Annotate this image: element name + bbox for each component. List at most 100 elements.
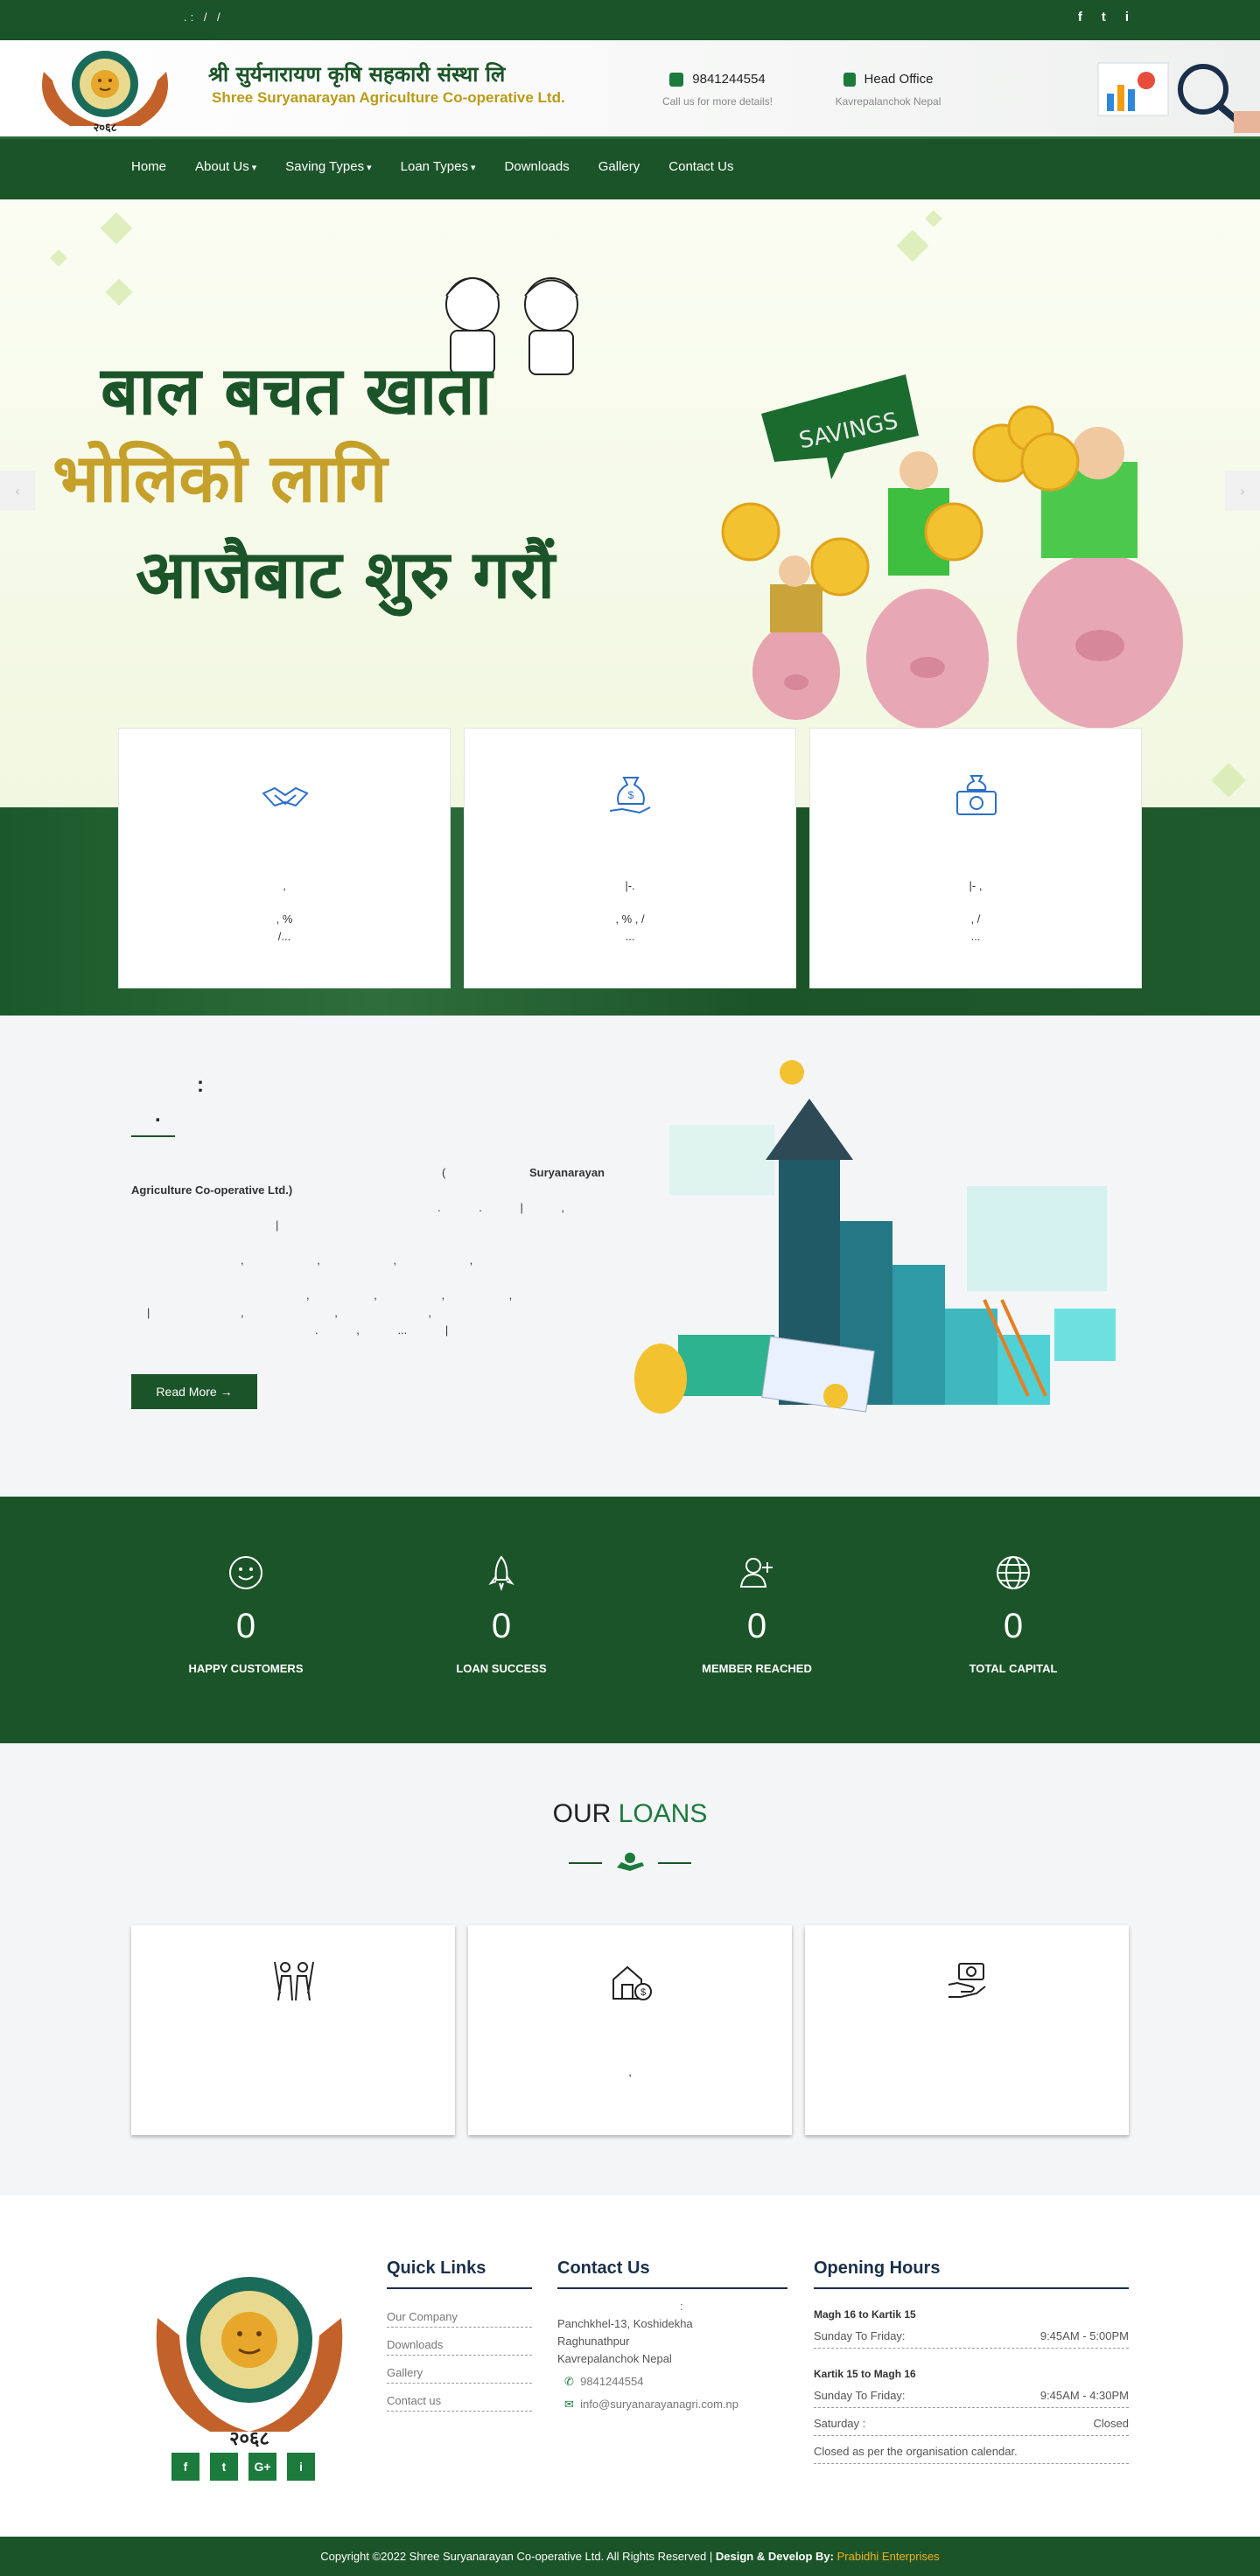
rocket-icon bbox=[488, 1555, 514, 1592]
nav-contact-us[interactable]: Contact Us bbox=[668, 159, 733, 174]
mail-icon: ✉ bbox=[564, 2398, 574, 2411]
hours-period: Kartik 15 to Magh 16 bbox=[814, 2368, 916, 2380]
handshake-icon bbox=[262, 786, 309, 807]
hero-art: बाल बचत खाता भोलिको लागि आजैबाट शुरु गरौ… bbox=[0, 199, 1260, 807]
site-header: २०६८ श्री सुर्यनारायण कृषि सहकारी संस्था… bbox=[0, 40, 1260, 136]
about-text: Agriculture Co-operative Ltd.) bbox=[131, 1183, 293, 1197]
hours-row: Saturday : Closed bbox=[814, 2408, 1129, 2436]
user-plus-icon bbox=[739, 1558, 773, 1588]
nav-downloads[interactable]: Downloads bbox=[505, 159, 570, 174]
footer-logo-year: २०६८ bbox=[229, 2428, 270, 2449]
footer-logo[interactable]: २०६८ bbox=[140, 2265, 359, 2449]
money-stack-icon bbox=[956, 775, 997, 815]
svg-text:$: $ bbox=[628, 789, 634, 801]
stat-total-capital: 0 TOTAL CAPITAL bbox=[908, 1553, 1118, 1675]
top-info: .: / / bbox=[184, 10, 224, 24]
hours-row: Sunday To Friday: 9:45AM - 4:30PM bbox=[814, 2380, 1129, 2408]
header-office: Head Office Kavrepalanchok Nepal bbox=[822, 72, 954, 108]
smile-icon bbox=[229, 1556, 262, 1589]
loan-card[interactable]: $ , bbox=[468, 1925, 792, 2135]
stat-value: 0 bbox=[746, 1607, 767, 1645]
hours-note: Closed as per the organisation calendar. bbox=[814, 2436, 1129, 2464]
slider-next-button[interactable]: › bbox=[1225, 471, 1260, 511]
stats-section: 0 HAPPY CUSTOMERS 0 LOAN SUCCESS 0 MEMBE… bbox=[0, 1497, 1260, 1743]
header-office-sub: Kavrepalanchok Nepal bbox=[835, 95, 942, 108]
nav-saving-types[interactable]: Saving Types bbox=[285, 159, 371, 174]
contact-email[interactable]: ✉ info@suryanarayanagri.com.np bbox=[557, 2396, 788, 2413]
footer-opening-hours: Opening Hours Magh 16 to Kartik 15 Sunda… bbox=[814, 2258, 1129, 2464]
stat-label: MEMBER REACHED bbox=[702, 1662, 812, 1675]
feature-card-line: ... bbox=[970, 930, 981, 943]
header-phone-sub: Call us for more details! bbox=[662, 95, 774, 108]
logo-year: २०६८ bbox=[93, 122, 116, 133]
facebook-icon[interactable]: f bbox=[172, 2453, 200, 2481]
main-nav: Home About Us Saving Types Loan Types Do… bbox=[0, 136, 1260, 199]
header-phone: 9841244554 Call us for more details! bbox=[652, 72, 783, 108]
feature-card-line: , / bbox=[970, 912, 981, 925]
instagram-icon[interactable]: i bbox=[287, 2453, 315, 2481]
brand-name-english: Shree Suryanarayan Agriculture Co-operat… bbox=[212, 89, 565, 106]
quick-link[interactable]: Gallery bbox=[387, 2356, 532, 2384]
feature-card-line: |- , bbox=[969, 879, 983, 892]
money-bag-hand-icon: $ bbox=[609, 777, 651, 814]
instagram-icon[interactable]: i bbox=[1125, 10, 1129, 24]
quick-link[interactable]: Our Company bbox=[387, 2300, 532, 2328]
contact-colon: : bbox=[680, 2300, 683, 2313]
header-phone-number[interactable]: 9841244554 bbox=[692, 72, 765, 87]
nav-loan-types[interactable]: Loan Types bbox=[401, 159, 476, 174]
loan-card-text: , bbox=[628, 2065, 632, 2078]
site-logo[interactable]: २०६८ bbox=[26, 45, 184, 133]
phone-icon: ✆ bbox=[564, 2375, 574, 2388]
google-plus-icon[interactable]: G+ bbox=[248, 2453, 276, 2481]
hand-money-icon bbox=[948, 1963, 986, 1998]
stat-value: 0 bbox=[235, 1607, 256, 1645]
developer-link[interactable]: Prabidhi Enterprises bbox=[837, 2550, 940, 2563]
about-heading: : bbox=[197, 1073, 204, 1097]
hours-row: Sunday To Friday: 9:45AM - 5:00PM bbox=[814, 2321, 1129, 2349]
stat-value: 0 bbox=[491, 1607, 512, 1645]
about-text: Suryanarayan bbox=[529, 1166, 605, 1179]
copyright-text: Copyright ©2022 Shree Suryanarayan Co-op… bbox=[320, 2550, 713, 2563]
feature-card-line: /... bbox=[277, 930, 291, 943]
quick-link[interactable]: Downloads bbox=[387, 2328, 532, 2356]
nav-about-us[interactable]: About Us bbox=[195, 159, 256, 174]
hours-period: Magh 16 to Kartik 15 bbox=[814, 2308, 916, 2321]
stat-label: HAPPY CUSTOMERS bbox=[188, 1662, 304, 1675]
feature-card[interactable]: $ |-. , % , / ... bbox=[464, 728, 796, 988]
svg-text:$: $ bbox=[640, 1987, 646, 1998]
feature-card[interactable]: , , % /... bbox=[118, 728, 451, 988]
contact-address-line: Raghunathpur bbox=[557, 2335, 630, 2348]
hours-title: Opening Hours bbox=[814, 2258, 1129, 2289]
footer-quick-links: Quick Links Our Company Downloads Galler… bbox=[387, 2258, 532, 2412]
about-text: , , , , bbox=[306, 1288, 513, 1302]
feature-card-line: , % , / bbox=[615, 912, 645, 925]
loans-heading: OUR LOANS bbox=[552, 1799, 708, 1828]
stat-loan-success: 0 LOAN SUCCESS bbox=[396, 1553, 606, 1675]
contact-phone[interactable]: ✆ 9841244554 bbox=[557, 2373, 788, 2391]
loans-divider bbox=[569, 1853, 691, 1871]
slider-prev-button[interactable]: ‹ bbox=[0, 471, 35, 511]
loan-card[interactable] bbox=[131, 1925, 455, 2135]
contact-address-line: Kavrepalanchok Nepal bbox=[557, 2352, 672, 2365]
footer-social: f t G+ i bbox=[172, 2453, 315, 2481]
feature-card[interactable]: |- , , / ... bbox=[809, 728, 1142, 988]
top-social: f t i bbox=[1078, 10, 1129, 24]
read-more-button[interactable]: Read More → bbox=[131, 1374, 257, 1409]
about-text: ( bbox=[442, 1166, 446, 1179]
twitter-icon[interactable]: t bbox=[1102, 10, 1106, 24]
building-icon bbox=[843, 72, 856, 87]
nav-home[interactable]: Home bbox=[131, 159, 166, 174]
twitter-icon[interactable]: t bbox=[210, 2453, 238, 2481]
contact-title: Contact Us bbox=[557, 2258, 788, 2289]
farmers-icon bbox=[274, 1961, 314, 2001]
footer-contact: Contact Us : Panchkhel-13, Koshidekha Ra… bbox=[557, 2258, 788, 2413]
loan-card[interactable] bbox=[805, 1925, 1129, 2135]
facebook-icon[interactable]: f bbox=[1078, 10, 1082, 24]
stat-value: 0 bbox=[1003, 1607, 1024, 1645]
about-section: : . ( Suryanarayan Agriculture Co-operat… bbox=[0, 1016, 1260, 1497]
about-text: . , ... | bbox=[315, 1323, 449, 1337]
phone-icon bbox=[669, 72, 684, 87]
loans-section: OUR LOANS $ , bbox=[0, 1743, 1260, 2196]
quick-link[interactable]: Contact us bbox=[387, 2384, 532, 2412]
nav-gallery[interactable]: Gallery bbox=[598, 159, 640, 174]
